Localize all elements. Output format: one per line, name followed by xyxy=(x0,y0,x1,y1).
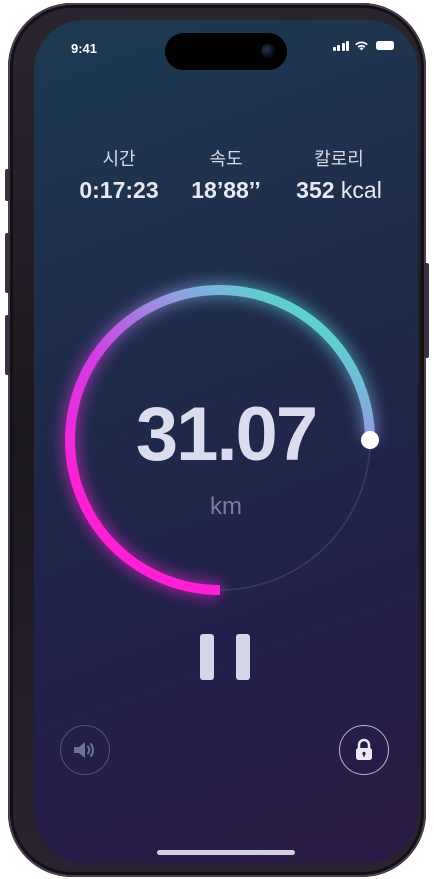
lock-icon xyxy=(356,738,372,760)
distance-unit: km xyxy=(210,493,242,520)
lock-button[interactable] xyxy=(339,725,389,775)
home-indicator[interactable] xyxy=(157,850,295,855)
pause-icon-bar-right xyxy=(236,634,250,680)
power-button xyxy=(424,263,429,358)
screen: 9:41 시간 0:17:23 속도 18’88’’ 칼로리 352 kcal … xyxy=(34,20,418,863)
phone-frame: 9:41 시간 0:17:23 속도 18’88’’ 칼로리 352 kcal … xyxy=(5,3,429,877)
volume-up-button xyxy=(5,233,10,293)
volume-down-button xyxy=(5,315,10,375)
distance-value: 31.07 xyxy=(135,392,318,477)
pause-icon-bar-left xyxy=(200,634,214,680)
speaker-icon xyxy=(74,742,94,758)
sound-button[interactable] xyxy=(60,725,110,775)
pause-button[interactable] xyxy=(200,634,250,684)
action-button xyxy=(5,169,10,201)
